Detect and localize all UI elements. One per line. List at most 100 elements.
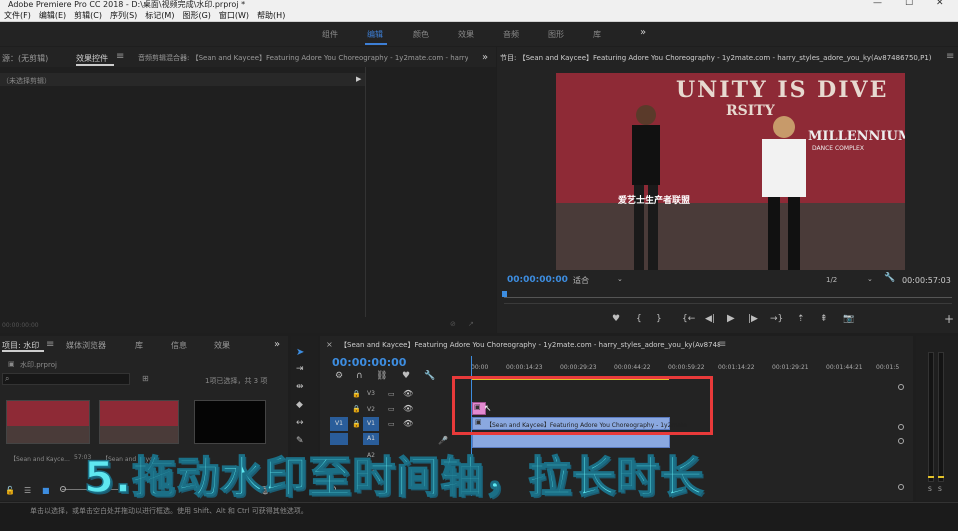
minimize-button[interactable]: — (873, 0, 882, 8)
project-search-input[interactable] (2, 373, 130, 385)
timeline-timecode[interactable]: 00:00:00:00 (332, 356, 406, 369)
project-item-name-1: 【Sean and Kayce... (10, 456, 70, 463)
tab-menu-icon[interactable]: ≡ (116, 51, 124, 62)
fit-dropdown[interactable]: 适合 (573, 275, 589, 286)
sync-lock-icon[interactable]: ▭ (388, 390, 395, 398)
project-menu-icon[interactable]: ≡ (46, 339, 54, 350)
go-to-out-icon[interactable]: →} (770, 314, 783, 324)
tab-effects[interactable]: 效果 (214, 340, 230, 351)
close-button[interactable]: ✕ (936, 0, 944, 8)
timeline-settings-icon[interactable]: 🔧 (424, 371, 435, 381)
tab-effect-controls[interactable]: 效果控件 (76, 53, 108, 64)
new-bin-from-search-icon[interactable]: ⊞ (142, 374, 149, 383)
program-video-frame[interactable]: UNITY IS DIVE RSITY MILLENNIUM DANCE COM… (556, 73, 905, 270)
track-select-tool-icon[interactable]: ⇥ (296, 364, 304, 374)
vertical-scroll-handle[interactable] (898, 484, 904, 490)
tab-libraries[interactable]: 库 (135, 340, 143, 351)
program-title[interactable]: 节目: 【Sean and Kaycee】Featuring Adore You… (500, 53, 932, 63)
project-item-thumbnail-1[interactable] (6, 400, 90, 444)
eye-icon[interactable]: 👁 (403, 389, 413, 398)
vertical-scroll-handle[interactable] (898, 384, 904, 390)
eye-icon[interactable]: 👁 (403, 419, 413, 428)
lock-track-icon[interactable]: 🔒 (352, 390, 361, 398)
timeline-close-icon[interactable]: × (326, 340, 333, 349)
program-scrubber[interactable] (504, 297, 952, 298)
lock-track-icon[interactable]: 🔒 (352, 405, 361, 413)
active-tab-indicator (365, 43, 387, 45)
add-marker-icon[interactable]: ♥ (612, 314, 620, 324)
timeline-sequence-tab[interactable]: 【Sean and Kaycee】Featuring Adore You Cho… (340, 340, 720, 350)
eye-icon[interactable]: 👁 (403, 404, 413, 413)
workspace-tab-effects[interactable]: 效果 (458, 29, 474, 40)
lock-icon[interactable]: 🔓 (5, 486, 15, 495)
settings-wrench-icon[interactable]: 🔧 (884, 273, 895, 283)
video-floor (556, 203, 905, 270)
go-to-in-icon[interactable]: {← (682, 314, 695, 324)
menu-graphics[interactable]: 图形(G) (178, 10, 214, 21)
program-menu-icon[interactable]: ≡ (946, 51, 954, 62)
tab-media-browser[interactable]: 媒体浏览器 (66, 340, 106, 351)
project-item-thumbnail-3[interactable] (194, 400, 266, 444)
panel-more-icon[interactable]: » (482, 52, 488, 63)
export-icon[interactable]: ↗ (468, 320, 474, 328)
selection-tool-icon[interactable]: ➤ (296, 347, 304, 358)
tab-info[interactable]: 信息 (171, 340, 187, 351)
menu-sequence[interactable]: 序列(S) (106, 10, 141, 21)
resolution-chevron-icon[interactable]: ⌄ (867, 275, 873, 283)
expand-arrow-icon[interactable]: ▶ (356, 75, 361, 83)
menu-edit[interactable]: 编辑(E) (35, 10, 70, 21)
extract-icon[interactable]: ⇞ (820, 314, 828, 324)
step-back-icon[interactable]: ◀| (705, 314, 715, 324)
snap-icon[interactable]: ∩ (356, 371, 363, 381)
sync-lock-icon[interactable]: ▭ (388, 405, 395, 413)
workspace-tab-editing[interactable]: 编辑 (367, 29, 383, 40)
sync-lock-icon[interactable]: ▭ (388, 420, 395, 428)
workspace-tab-audio[interactable]: 音频 (503, 29, 519, 40)
icon-view-icon[interactable]: ■ (42, 486, 50, 495)
project-item-thumbnail-2[interactable] (99, 400, 179, 444)
ripple-edit-tool-icon[interactable]: ⇹ (296, 382, 304, 392)
mark-in-icon[interactable]: { (636, 314, 642, 324)
dancer-left (632, 105, 660, 270)
nest-icon[interactable]: ⚙ (335, 371, 343, 381)
linked-selection-icon[interactable]: ⛓ (376, 371, 387, 381)
workspace-tab-graphics[interactable]: 图形 (548, 29, 564, 40)
vertical-scroll-handle[interactable] (898, 438, 904, 444)
resolution-dropdown[interactable]: 1/2 (826, 276, 837, 284)
maximize-button[interactable]: ☐ (905, 0, 913, 8)
vertical-scroll-handle[interactable] (898, 424, 904, 430)
step-forward-icon[interactable]: |▶ (748, 314, 758, 324)
play-icon[interactable]: ▶ (727, 313, 735, 324)
menu-window[interactable]: 窗口(W) (215, 10, 253, 21)
no-clip-label: （未选择剪辑） (2, 77, 51, 85)
filter-icon[interactable]: ⊘ (450, 320, 456, 328)
export-frame-icon[interactable]: 📷 (843, 314, 854, 324)
workspace-more-icon[interactable]: » (640, 27, 646, 38)
tab-source[interactable]: 源：(无剪辑) (2, 53, 48, 64)
project-more-icon[interactable]: » (274, 339, 280, 350)
mark-out-icon[interactable]: } (656, 314, 662, 324)
studio-sign: MILLENNIUM (808, 129, 905, 144)
lock-track-icon[interactable]: 🔒 (352, 420, 361, 428)
timeline-menu-icon[interactable]: ≡ (718, 339, 726, 350)
zoom-slider-handle[interactable] (60, 486, 66, 492)
tab-audio-mixer[interactable]: 音频剪辑混合器: 【Sean and Kaycee】Featuring Ador… (138, 53, 468, 63)
slip-tool-icon[interactable]: ↔ (296, 418, 304, 428)
menu-file[interactable]: 文件(F) (0, 10, 35, 21)
add-button-icon[interactable]: + (944, 312, 954, 326)
workspace-tab-assembly[interactable]: 组件 (322, 29, 338, 40)
program-timecode[interactable]: 00:00:00:00 (507, 275, 568, 285)
razor-tool-icon[interactable]: ◆ (296, 400, 303, 410)
solo-left[interactable]: S (928, 486, 932, 493)
program-playhead[interactable] (502, 291, 507, 297)
workspace-tab-libraries[interactable]: 库 (593, 29, 601, 40)
fit-dropdown-chevron-icon[interactable]: ⌄ (617, 275, 623, 283)
workspace-tab-color[interactable]: 颜色 (413, 29, 429, 40)
menu-help[interactable]: 帮助(H) (253, 10, 289, 21)
menu-marker[interactable]: 标记(M) (141, 10, 178, 21)
add-marker-timeline-icon[interactable]: ♥ (402, 371, 410, 381)
solo-right[interactable]: S (938, 486, 942, 493)
menu-clip[interactable]: 剪辑(C) (70, 10, 106, 21)
list-view-icon[interactable]: ☰ (24, 486, 31, 495)
lift-icon[interactable]: ⇡ (797, 314, 805, 324)
